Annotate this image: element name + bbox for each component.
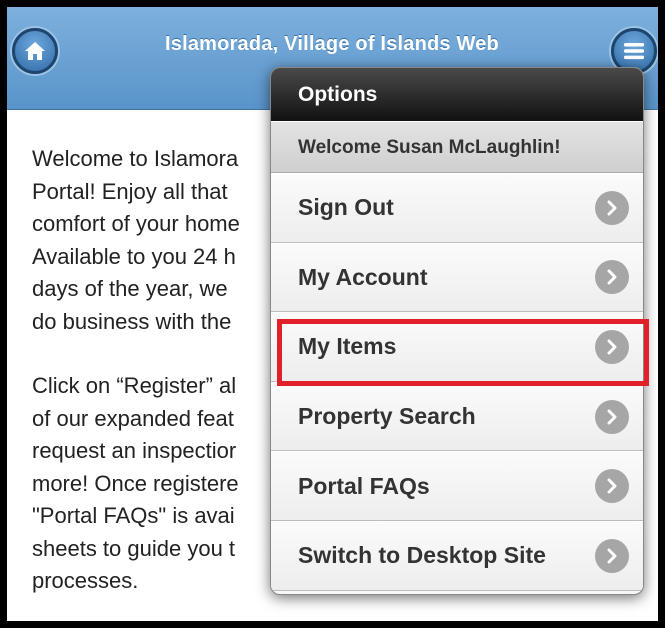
chevron-right-icon: [595, 399, 629, 434]
page-title: Islamorada, Village of Islands Web: [165, 33, 499, 55]
hamburger-menu-icon: [624, 43, 644, 60]
chevron-right-icon: [595, 538, 629, 573]
highlight-box: [277, 319, 649, 386]
menu-item-label: Switch to Desktop Site: [298, 542, 546, 569]
menu-item-property-search[interactable]: Property Search: [271, 381, 643, 452]
menu-item-my-account[interactable]: My Account: [271, 242, 643, 313]
options-title: Options: [271, 68, 643, 121]
screen-frame: Islamorada, Village of Islands Web Welco…: [0, 0, 665, 628]
menu-item-portal-faqs[interactable]: Portal FAQs: [271, 451, 643, 521]
menu-item-sign-out[interactable]: Sign Out: [271, 173, 643, 243]
menu-item-switch-desktop[interactable]: Switch to Desktop Site: [271, 520, 643, 591]
welcome-message: Welcome Susan McLaughlin!: [271, 121, 643, 173]
chevron-right-icon: [595, 260, 629, 295]
chevron-right-icon: [595, 469, 629, 504]
chevron-right-icon: [595, 190, 629, 225]
menu-item-label: Sign Out: [298, 194, 394, 221]
menu-item-label: Property Search: [298, 403, 476, 430]
home-icon: [25, 42, 45, 60]
home-button[interactable]: [12, 28, 58, 74]
menu-item-label: My Account: [298, 263, 428, 290]
menu-item-label: Portal FAQs: [298, 472, 430, 499]
